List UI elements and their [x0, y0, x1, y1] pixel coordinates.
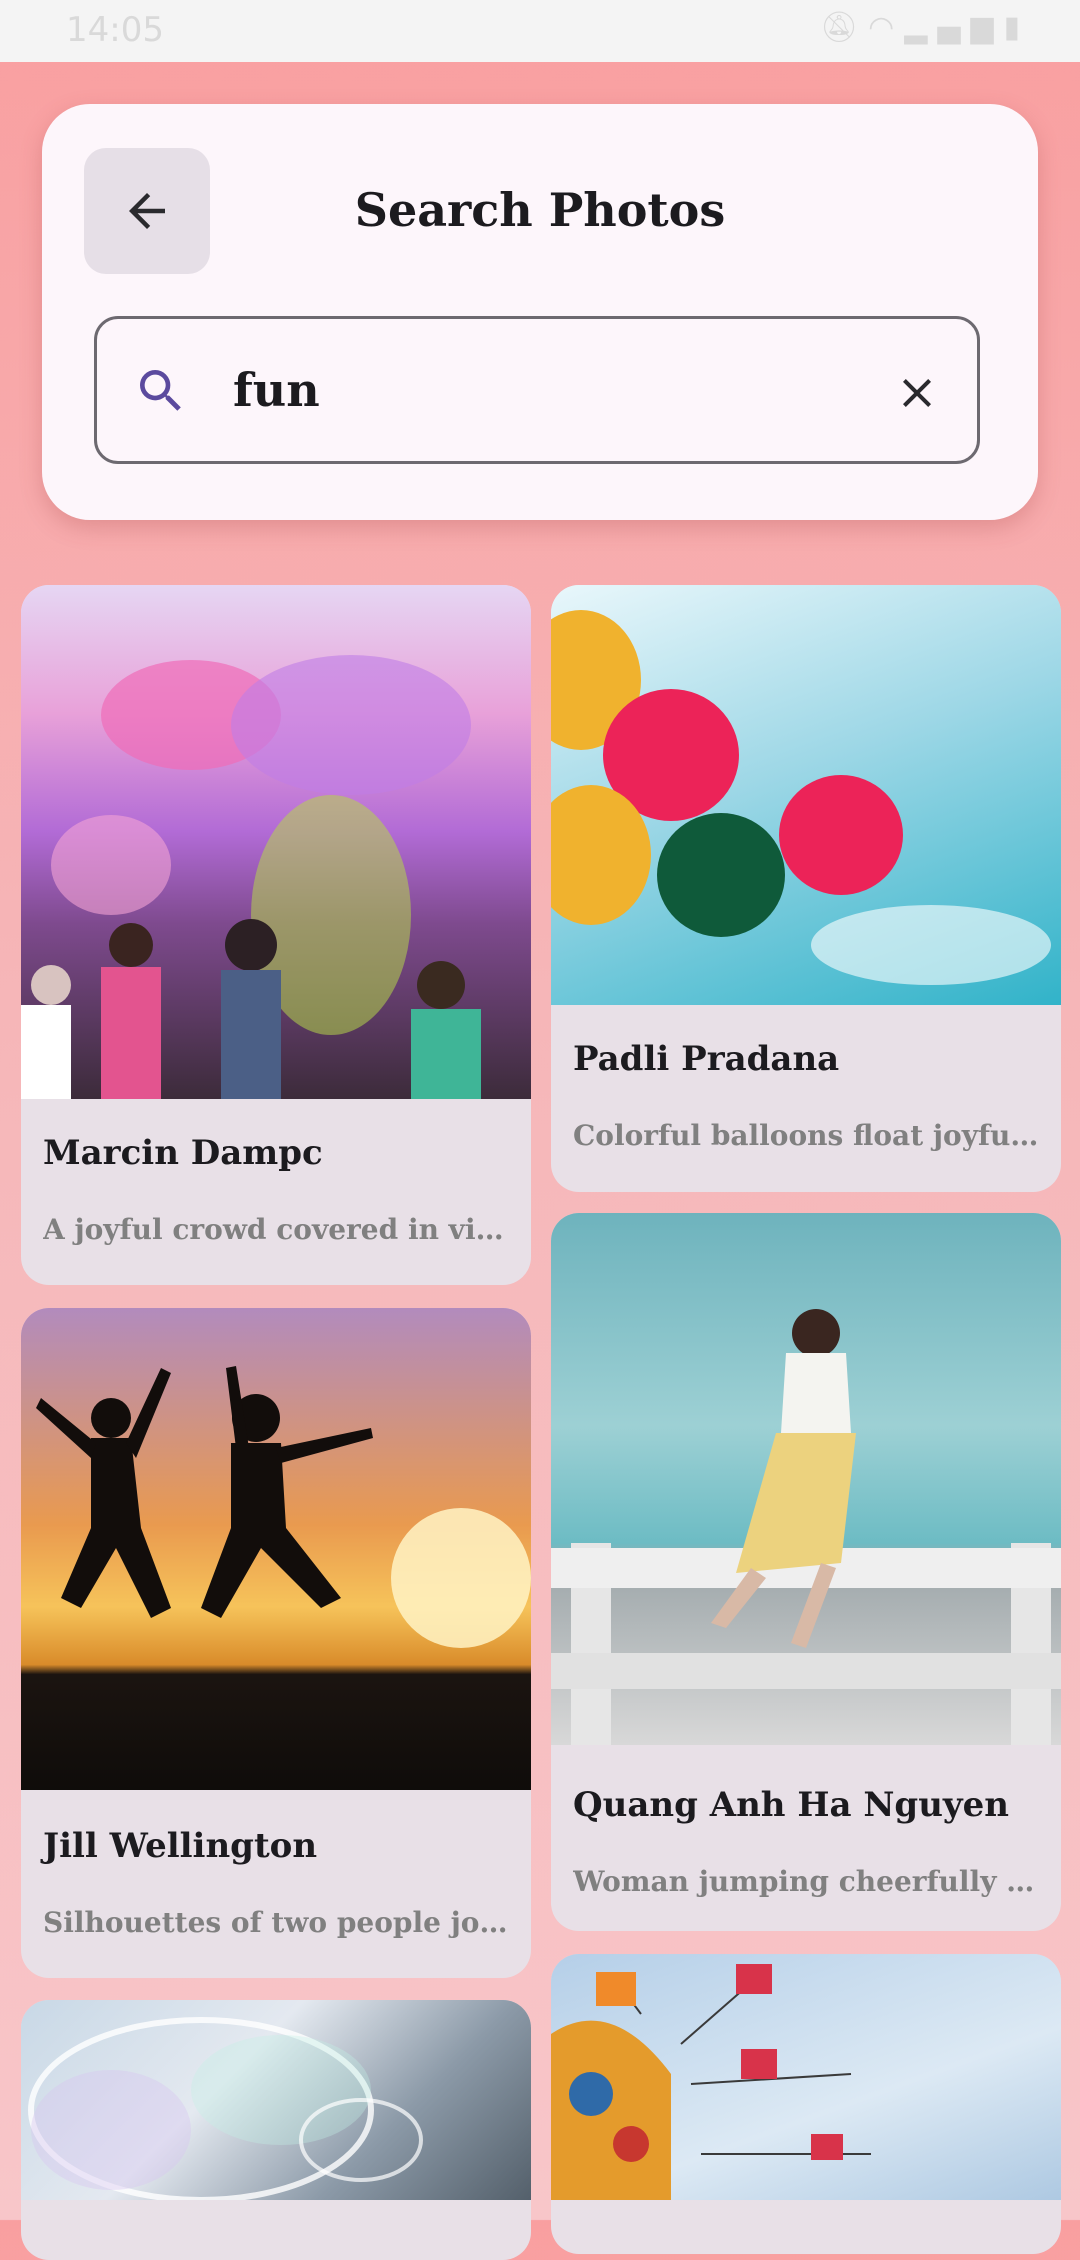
photo-image — [551, 1954, 1061, 2200]
photo-author: Padli Pradana — [573, 1039, 840, 1079]
search-header-card: Search Photos fun — [42, 104, 1038, 520]
photo-author: Marcin Dampc — [43, 1133, 323, 1173]
photo-image — [21, 1308, 531, 1790]
photo-card[interactable]: Quang Anh Ha Nguyen Woman jumping cheerf… — [551, 1213, 1061, 1931]
photo-description: Woman jumping cheerfully on a b... — [573, 1865, 1039, 1898]
photo-image — [551, 585, 1061, 1005]
search-input[interactable]: fun — [94, 316, 980, 464]
photo-description: Silhouettes of two people joyfully j... — [43, 1906, 509, 1939]
photo-card[interactable]: Padli Pradana Colorful balloons float jo… — [551, 585, 1061, 1192]
photo-card[interactable] — [21, 2000, 531, 2260]
photo-description: Colorful balloons float joyfully aga... — [573, 1119, 1039, 1152]
photo-author: Jill Wellington — [43, 1826, 318, 1866]
photo-card[interactable]: Marcin Dampc A joyful crowd covered in v… — [21, 585, 531, 1285]
status-bar: 14:05 🔕︎◠▂▄▆▮ — [0, 0, 1080, 62]
close-icon[interactable] — [893, 369, 941, 417]
search-icon — [140, 370, 181, 411]
photo-description: A joyful crowd covered in vivid col... — [43, 1213, 509, 1246]
wifi-icon: ◠ — [868, 10, 905, 45]
page-title: Search Photos — [354, 183, 726, 237]
mute-icon: 🔕︎ — [819, 10, 869, 45]
photo-card[interactable]: Jill Wellington Silhouettes of two peopl… — [21, 1308, 531, 1978]
photo-image — [551, 1213, 1061, 1745]
signal-icon: ▂▄▆ — [904, 10, 1004, 45]
photo-card[interactable] — [551, 1954, 1061, 2254]
status-time: 14:05 — [66, 10, 164, 50]
status-icons: 🔕︎◠▂▄▆▮ — [820, 10, 1030, 45]
photo-author: Quang Anh Ha Nguyen — [573, 1785, 1010, 1825]
battery-icon: ▮ — [1003, 10, 1030, 45]
search-query-text[interactable]: fun — [233, 357, 320, 423]
photo-image — [21, 2000, 531, 2200]
photo-image — [21, 585, 531, 1099]
